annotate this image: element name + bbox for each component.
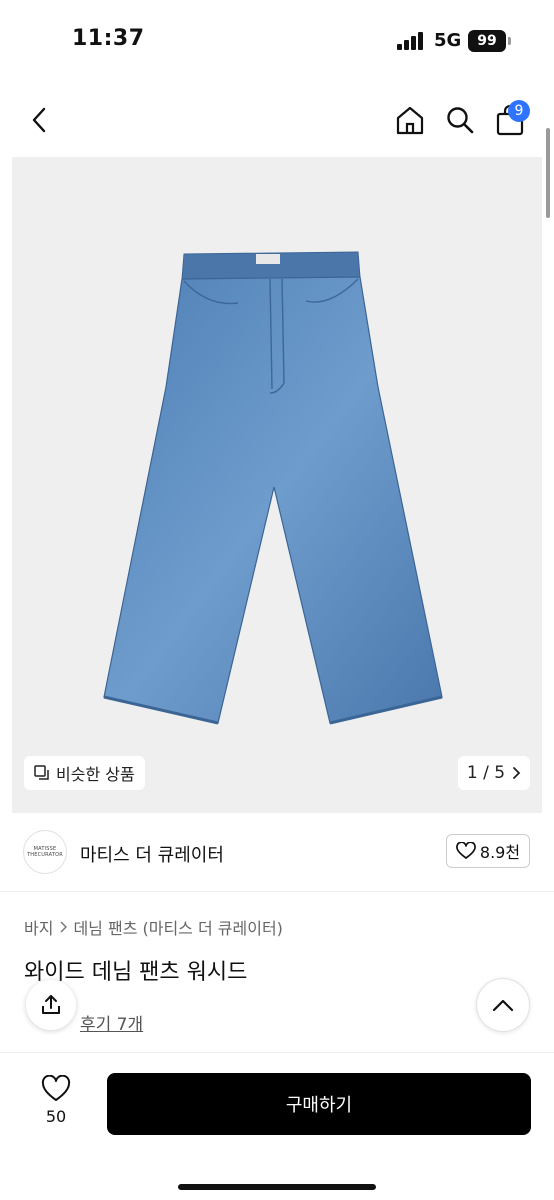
heart-outline-icon bbox=[41, 1075, 71, 1101]
nav-bar bbox=[0, 82, 554, 156]
breadcrumb-item-category[interactable]: 바지 bbox=[24, 915, 53, 939]
share-button[interactable] bbox=[26, 980, 76, 1030]
battery-icon: 99 bbox=[468, 30, 506, 52]
seller-like-button[interactable]: 8.9천 bbox=[446, 834, 530, 868]
back-button[interactable] bbox=[20, 100, 60, 140]
network-type: 5G bbox=[434, 30, 462, 51]
home-indicator[interactable] bbox=[178, 1184, 376, 1190]
seller-logo-line2: THECURATOR bbox=[27, 852, 63, 858]
image-pager-label: 1 / 5 bbox=[466, 763, 506, 783]
heart-outline-icon bbox=[456, 842, 476, 859]
battery-tip bbox=[508, 37, 511, 45]
breadcrumb-item-subcategory[interactable]: 데님 팬츠 (마티스 더 큐레이터) bbox=[73, 915, 282, 939]
status-bar: 11:37 5G 99 bbox=[0, 0, 554, 82]
home-button[interactable] bbox=[390, 100, 430, 140]
search-icon bbox=[447, 107, 474, 134]
seller-name[interactable]: 마티스 더 큐레이터 bbox=[80, 841, 224, 867]
home-icon bbox=[396, 106, 424, 135]
product-image-gallery[interactable] bbox=[12, 157, 542, 813]
similar-items-button[interactable]: 비슷한 상품 bbox=[24, 756, 145, 790]
image-pager[interactable]: 1 / 5 bbox=[458, 756, 530, 790]
reviews-link[interactable]: 후기 7개 bbox=[80, 1010, 143, 1035]
wishlist-button[interactable]: 50 bbox=[30, 1075, 82, 1139]
search-button[interactable] bbox=[440, 100, 480, 140]
scroll-to-top-button[interactable] bbox=[476, 978, 530, 1032]
breadcrumb: 바지 데님 팬츠 (마티스 더 큐레이터) bbox=[24, 915, 283, 939]
buy-button[interactable]: 구매하기 bbox=[107, 1073, 531, 1135]
page-scrollbar[interactable] bbox=[546, 128, 550, 218]
share-icon bbox=[42, 995, 60, 1014]
product-photo-jeans bbox=[103, 251, 443, 725]
chevron-left-icon bbox=[32, 107, 46, 133]
seller-avatar[interactable]: MATISSE THECURATOR bbox=[23, 830, 67, 874]
similar-items-label: 비슷한 상품 bbox=[56, 765, 135, 784]
seller-row[interactable]: MATISSE THECURATOR 마티스 더 큐레이터 8.9천 bbox=[0, 814, 554, 892]
duplicate-icon bbox=[34, 765, 49, 780]
cart-count-badge: 9 bbox=[508, 100, 530, 122]
wishlist-count: 50 bbox=[45, 1107, 67, 1126]
chevron-right-icon bbox=[513, 767, 521, 779]
seller-like-count: 8.9천 bbox=[479, 843, 521, 862]
chevron-up-icon bbox=[492, 999, 514, 1012]
chevron-right-icon bbox=[60, 921, 68, 933]
bottom-action-bar: 50 구매하기 bbox=[0, 1052, 554, 1200]
signal-strength-icon bbox=[397, 32, 427, 50]
status-time: 11:37 bbox=[72, 26, 145, 51]
